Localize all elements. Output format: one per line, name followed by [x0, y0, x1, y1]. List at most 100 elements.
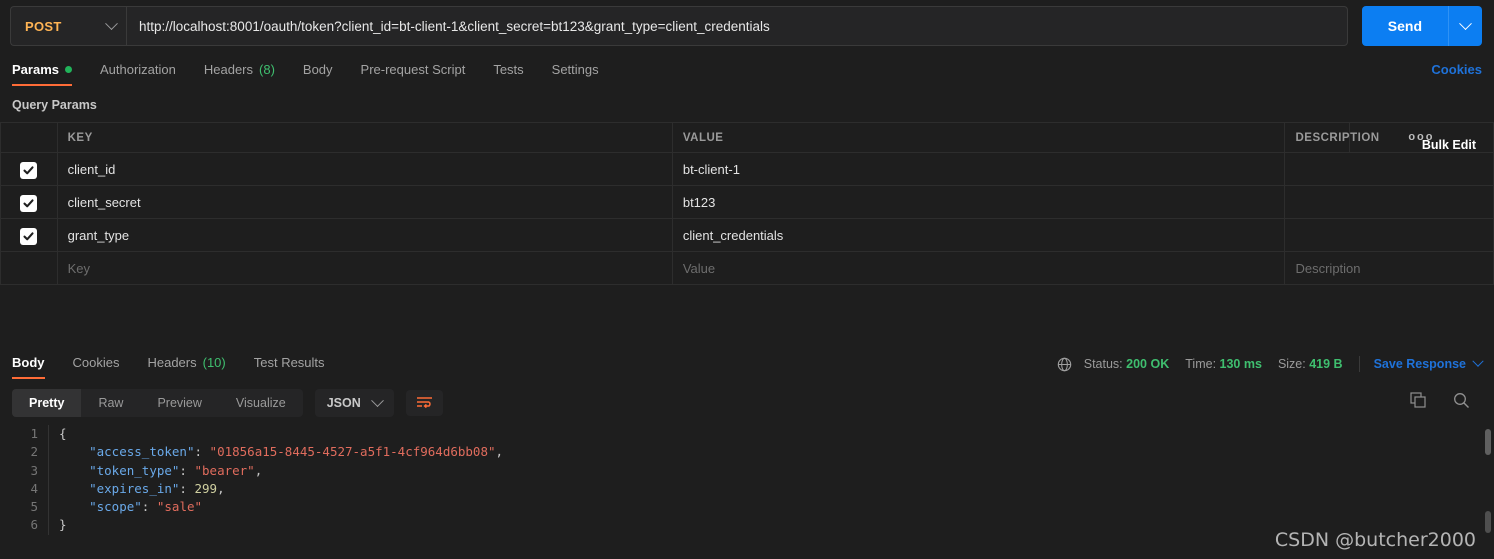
row-value[interactable]: client_credentials [671, 218, 1286, 252]
row-checkbox[interactable] [20, 161, 38, 179]
line-content: "access_token": "01856a15-8445-4527-a5f1… [48, 443, 503, 462]
response-body-viewer[interactable]: 1 { 2 "access_token": "01856a15-8445-452… [0, 425, 1494, 535]
chevron-down-icon [1459, 16, 1472, 30]
code-line: 3 "token_type": "bearer", [0, 461, 1494, 480]
scrollbar-thumb-secondary[interactable] [1485, 511, 1491, 533]
line-number: 1 [30, 426, 38, 441]
wrap-lines-button[interactable] [405, 390, 443, 416]
header-description: DESCRIPTION [1284, 122, 1379, 153]
row-checkbox[interactable] [20, 194, 38, 212]
divider [1358, 356, 1360, 372]
tab-label: Params [12, 62, 59, 77]
tab-authorization[interactable]: Authorization [86, 62, 190, 86]
search-icon [1454, 393, 1469, 408]
cookies-link[interactable]: Cookies [1431, 62, 1482, 86]
tab-tests[interactable]: Tests [479, 62, 537, 86]
line-content: "token_type": "bearer", [48, 461, 262, 480]
line-content: "scope": "sale" [48, 498, 202, 517]
send-options-button[interactable] [1448, 6, 1482, 46]
row-key[interactable]: client_id [56, 152, 673, 186]
response-tab-headers[interactable]: Headers (10) [133, 355, 239, 379]
row-description[interactable] [1284, 185, 1494, 219]
json-code: 1 { 2 "access_token": "01856a15-8445-452… [0, 425, 1494, 535]
size-value: 419 B [1309, 357, 1343, 371]
send-button[interactable]: Send [1361, 6, 1448, 46]
url-input[interactable]: http://localhost:8001/oauth/token?client… [126, 6, 1348, 46]
response-format-select[interactable]: JSON [314, 389, 394, 417]
status-value: 200 OK [1126, 357, 1170, 371]
table-header-row: KEY VALUE DESCRIPTION ooo [0, 122, 1494, 153]
new-key-input[interactable]: Key [56, 251, 673, 285]
row-checkbox-cell[interactable] [0, 152, 58, 186]
response-time-item: Time: 130 ms [1185, 357, 1262, 371]
view-mode-pretty[interactable]: Pretty [12, 389, 82, 417]
scope-value: sale [164, 499, 195, 515]
tab-params[interactable]: Params [12, 62, 86, 86]
line-content: "expires_in": 299, [48, 479, 225, 499]
send-button-group: Send [1361, 6, 1482, 46]
response-view-toolbar: Pretty Raw Preview Visualize JSON [0, 379, 1494, 425]
response-size-item: Size: 419 B [1278, 357, 1343, 371]
copy-button[interactable] [1410, 392, 1427, 414]
time-value: 130 ms [1219, 357, 1262, 371]
status-label: Status: [1083, 357, 1123, 371]
view-mode-raw[interactable]: Raw [81, 389, 140, 417]
table-row[interactable]: client_id bt-client-1 [0, 152, 1494, 186]
row-value[interactable]: bt123 [671, 185, 1286, 219]
response-tab-body[interactable]: Body [12, 355, 59, 379]
response-status-bar: Status: 200 OK Time: 130 ms Size: 419 B … [1057, 355, 1484, 379]
bulk-edit-button[interactable]: Bulk Edit [1422, 138, 1476, 152]
tab-label: Authorization [99, 62, 176, 77]
tab-headers[interactable]: Headers (8) [190, 62, 289, 86]
query-params-table: KEY VALUE DESCRIPTION ooo client_id bt-c… [0, 122, 1494, 285]
tab-label: Body [302, 62, 333, 77]
tab-body[interactable]: Body [289, 62, 347, 86]
response-format-label: JSON [326, 396, 361, 410]
new-description-input[interactable]: Description [1284, 251, 1494, 285]
new-value-input[interactable]: Value [671, 251, 1286, 285]
row-key[interactable]: grant_type [56, 218, 673, 252]
chevron-down-icon [105, 16, 118, 30]
response-body-scrollbar[interactable] [1485, 425, 1491, 559]
line-content: { [48, 425, 67, 444]
chevron-down-icon [1472, 355, 1484, 367]
row-key[interactable]: client_secret [56, 185, 673, 219]
save-response-button[interactable]: Save Response [1373, 355, 1484, 371]
line-number: 4 [30, 480, 38, 496]
tab-label: Pre-request Script [360, 62, 466, 77]
scrollbar-thumb[interactable] [1485, 429, 1491, 455]
view-mode-visualize[interactable]: Visualize [219, 389, 303, 417]
code-line: 1 { [0, 425, 1494, 444]
row-description[interactable] [1284, 218, 1494, 252]
response-tab-test-results[interactable]: Test Results [240, 355, 339, 379]
status-code-item: Status: 200 OK [1084, 357, 1170, 371]
table-row-empty[interactable]: Key Value Description [0, 251, 1494, 285]
response-tab-cookies[interactable]: Cookies [59, 355, 134, 379]
row-value[interactable]: bt-client-1 [671, 152, 1286, 186]
response-tools [1410, 392, 1482, 414]
table-row[interactable]: grant_type client_credentials [0, 218, 1494, 252]
row-checkbox[interactable] [20, 227, 38, 245]
code-line: 6 } [0, 516, 1494, 535]
empty-row-checkbox-cell [0, 251, 58, 285]
line-number: 5 [30, 499, 38, 515]
chevron-down-icon [370, 393, 384, 407]
tab-label: Test Results [253, 355, 325, 370]
view-mode-preview[interactable]: Preview [140, 389, 218, 417]
tab-settings[interactable]: Settings [538, 62, 613, 86]
line-content: } [48, 516, 67, 535]
line-number: 2 [30, 444, 38, 460]
tab-label: Cookies [72, 355, 120, 370]
check-icon [23, 231, 34, 240]
http-method-select[interactable]: POST [10, 6, 126, 46]
search-button[interactable] [1453, 392, 1470, 414]
http-method-label: POST [25, 18, 62, 34]
table-row[interactable]: client_secret bt123 [0, 185, 1494, 219]
tab-pre-request-script[interactable]: Pre-request Script [347, 62, 480, 86]
row-checkbox-cell[interactable] [0, 185, 58, 219]
header-key: KEY [56, 122, 673, 153]
save-response-label: Save Response [1373, 357, 1466, 371]
line-number: 6 [30, 517, 38, 533]
row-checkbox-cell[interactable] [0, 218, 58, 252]
time-label: Time: [1185, 357, 1217, 371]
